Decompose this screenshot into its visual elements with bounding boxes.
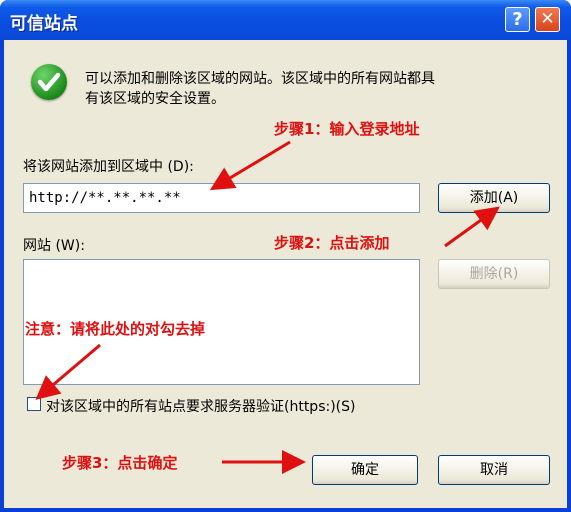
annotation-arrows [35, 140, 500, 474]
note-arrow [35, 343, 101, 400]
step2-arrow [444, 206, 500, 248]
step1-arrow [209, 140, 291, 191]
